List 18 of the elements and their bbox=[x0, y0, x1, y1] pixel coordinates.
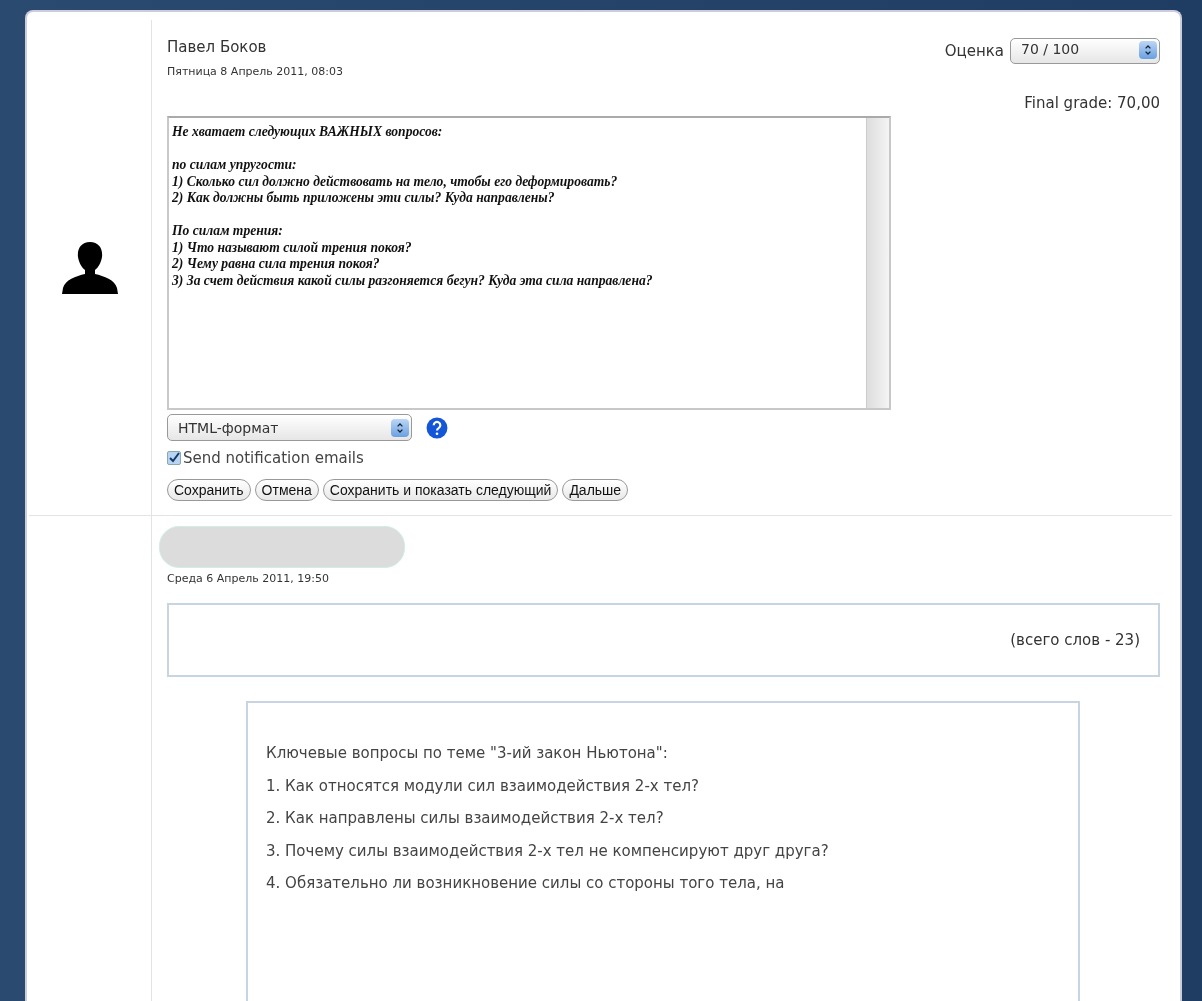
action-button[interactable]: Отмена bbox=[254, 479, 319, 501]
grade-select[interactable]: 70 / 100 bbox=[1010, 38, 1160, 64]
action-button[interactable]: Сохранить bbox=[167, 479, 251, 501]
post-date: Пятница 8 Апрель 2011, 08:03 bbox=[167, 65, 344, 78]
feedback-field[interactable]: Не хватает следующих ВАЖНЫХ вопросов: по силам упругости: 1) Сколько сил должно действовать на тело, чтобы его деформировать? 2) Как должны быть приложены эти силы? Куда направлены? По силам трения: 1) Что называют силой трения покоя? 2) Чему равна сила трения покоя? 3) За счет действия какой силы разгоняется бегун? Куда эта сила направлена? bbox=[167, 116, 891, 410]
submission-text: 4. Обязательно ли возникновение силы со стороны того тела, на bbox=[266, 873, 786, 894]
action-button[interactable]: Сохранить и показать следующий bbox=[322, 479, 559, 501]
submission-text: 2. Как направлены силы взаимодействия 2-х тел? bbox=[266, 808, 665, 829]
final-grade: Final grade: 70,00 bbox=[1024, 94, 1160, 112]
submission-text: Ключевые вопросы по теме "3-ий закон Ньютона": bbox=[266, 743, 669, 764]
author-name: Павел Боков bbox=[167, 38, 268, 56]
submission-text: 1. Как относятся модули сил взаимодействия 2-х тел? bbox=[266, 775, 700, 797]
submission-text: 3. Почему силы взаимодействия 2-х тел не компенсируют друг друга? bbox=[266, 840, 830, 862]
format-select[interactable]: HTML-формат bbox=[167, 414, 412, 441]
post-date: Среда 6 Апрель 2011, 19:50 bbox=[167, 572, 330, 585]
grade-label: Оценка bbox=[944, 42, 1004, 60]
action-button[interactable]: Дальше bbox=[562, 479, 629, 501]
word-count: (всего слов - 23) bbox=[1010, 631, 1140, 649]
